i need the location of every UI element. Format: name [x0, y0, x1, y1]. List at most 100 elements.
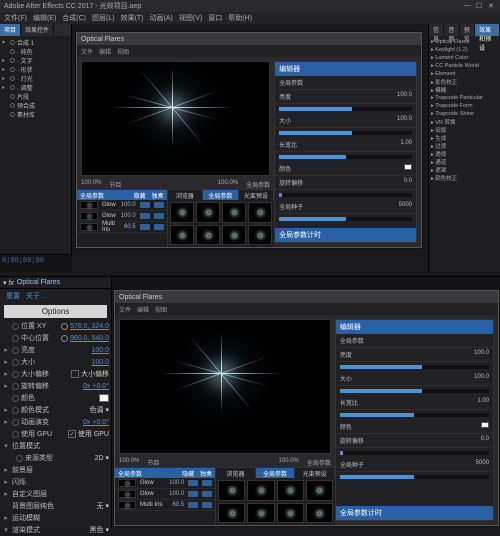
list-item[interactable]: ▸ VR 转换: [431, 118, 498, 126]
panel-tab[interactable]: 音频: [444, 24, 459, 36]
gallery-tab[interactable]: 浏览器: [168, 190, 204, 200]
gallery-thumb[interactable]: [248, 202, 272, 223]
stack-row[interactable]: Glow100.0: [115, 489, 215, 500]
menu-item[interactable]: 帮助(H): [228, 13, 252, 23]
preview-zoom-b[interactable]: 100.0%: [218, 180, 238, 189]
gallery-thumb[interactable]: [277, 480, 304, 501]
tree-item[interactable]: ▸· 文字: [2, 56, 69, 65]
gallery-tab[interactable]: 光束预设: [295, 468, 335, 478]
list-item[interactable]: ▸ Element: [431, 70, 498, 78]
editor-property[interactable]: 长宽比1.00: [336, 396, 493, 410]
preview-mode-b[interactable]: 全局参数: [307, 458, 331, 467]
param-group[interactable]: 自定义图层: [2, 488, 109, 500]
flare-preview[interactable]: [119, 319, 331, 454]
preview-zoom-b[interactable]: 100.0%: [279, 458, 299, 467]
param-value[interactable]: 100.0: [91, 359, 109, 366]
panel-tab[interactable]: 效果控件: [21, 24, 54, 36]
list-item[interactable]: ▸ 模糊: [431, 86, 498, 94]
gallery-thumb[interactable]: [222, 225, 246, 246]
gallery-tab[interactable]: 全局参数: [256, 468, 296, 478]
tree-item[interactable]: 素材库: [2, 110, 69, 119]
reset-link[interactable]: 重置: [6, 291, 20, 301]
gallery-tab[interactable]: 浏览器: [216, 468, 256, 478]
editor-slider[interactable]: [279, 155, 412, 159]
hide-toggle[interactable]: [188, 480, 198, 486]
stopwatch-icon[interactable]: [12, 383, 19, 390]
stack-row[interactable]: Glow100.0: [77, 211, 167, 222]
editor-property[interactable]: 长宽比1.00: [275, 138, 416, 152]
param-dropdown[interactable]: 2D ▾: [95, 454, 109, 462]
gallery-thumb[interactable]: [196, 225, 220, 246]
solo-toggle[interactable]: [154, 202, 164, 208]
panel-tab[interactable]: 预览: [460, 24, 475, 36]
dialog-menu-item[interactable]: 视图: [117, 47, 129, 56]
list-item[interactable]: ▸ 彩色校正: [431, 78, 498, 86]
panel-tab[interactable]: 信息: [429, 24, 444, 36]
editor-property[interactable]: 亮度100.0: [275, 90, 416, 104]
param-group[interactable]: 渲染模式黑色 ▾: [2, 524, 109, 536]
dialog-menu-item[interactable]: 文件: [81, 47, 93, 56]
editor-property[interactable]: 亮度100.0: [336, 348, 493, 362]
gallery-thumb[interactable]: [277, 503, 304, 524]
twirl-icon[interactable]: [2, 490, 10, 498]
menu-item[interactable]: 编辑(E): [33, 13, 56, 23]
stopwatch-icon[interactable]: [12, 419, 19, 426]
param-group[interactable]: 前景层: [2, 464, 109, 476]
dialog-title-bar[interactable]: Optical Flares: [77, 33, 421, 45]
gallery-thumb[interactable]: [218, 503, 245, 524]
list-item[interactable]: ▸ 透视: [431, 150, 498, 158]
param-group[interactable]: 位置模式: [2, 440, 109, 452]
list-item[interactable]: ▸ CC Particle World: [431, 62, 498, 70]
crosshair-icon[interactable]: [61, 323, 68, 330]
menu-item[interactable]: 效果(T): [121, 13, 144, 23]
stopwatch-icon[interactable]: [12, 335, 19, 342]
panel-tab[interactable]: 效果和预设: [475, 24, 500, 36]
dialog-menu-item[interactable]: 文件: [119, 305, 131, 314]
gallery-thumb[interactable]: [196, 202, 220, 223]
list-item[interactable]: ▸ 生成: [431, 134, 498, 142]
list-item[interactable]: ▸ Trapcode Form: [431, 102, 498, 110]
editor-slider[interactable]: [340, 413, 489, 417]
gallery-thumb[interactable]: [247, 480, 274, 501]
color-swatch[interactable]: [99, 394, 109, 402]
twirl-icon[interactable]: [2, 526, 10, 534]
editor-property[interactable]: 全局参数: [275, 76, 416, 90]
list-item[interactable]: ▸ 过渡: [431, 142, 498, 150]
list-item[interactable]: ▸ 遮罩: [431, 166, 498, 174]
editor-slider[interactable]: [340, 475, 489, 479]
param-dropdown[interactable]: 无 ▾: [97, 501, 109, 511]
options-button[interactable]: Options: [4, 305, 107, 318]
tree-item[interactable]: 预合成: [2, 101, 69, 110]
stack-row[interactable]: Multi Iris60.5: [77, 222, 167, 233]
tree-item[interactable]: ▸· 调整: [2, 83, 69, 92]
tree-item[interactable]: ▾合成 1: [2, 38, 69, 47]
editor-property[interactable]: 全局种子5000: [336, 458, 493, 472]
menu-item[interactable]: 视图(V): [179, 13, 202, 23]
param-value[interactable]: 100.0: [91, 347, 109, 354]
editor-property[interactable]: 大小100.0: [275, 114, 416, 128]
param-value[interactable]: 960.0, 540.0: [70, 335, 109, 342]
dialog-menu-item[interactable]: 视图: [155, 305, 167, 314]
tree-item[interactable]: · 纯色: [2, 47, 69, 56]
window-close-icon[interactable]: ✕: [486, 2, 496, 10]
twirl-icon[interactable]: [2, 382, 10, 390]
editor-slider[interactable]: [279, 217, 412, 221]
gallery-tab[interactable]: 光束预设: [239, 190, 275, 200]
hide-toggle[interactable]: [188, 502, 198, 508]
stopwatch-icon[interactable]: [12, 431, 19, 438]
twirl-icon[interactable]: [2, 358, 10, 366]
editor-slider[interactable]: [279, 107, 412, 111]
list-item[interactable]: ▸ 通道: [431, 158, 498, 166]
preview-mode-a[interactable]: 节目: [109, 180, 121, 189]
editor-slider[interactable]: [340, 451, 489, 455]
list-item[interactable]: ▸ Keylight (1.2): [431, 46, 498, 54]
editor-slider[interactable]: [340, 389, 489, 393]
menu-item[interactable]: 合成(C): [62, 13, 86, 23]
stopwatch-icon[interactable]: [12, 407, 19, 414]
gallery-thumb[interactable]: [306, 480, 333, 501]
twirl-icon[interactable]: [2, 514, 10, 522]
stack-row[interactable]: Glow100.0: [115, 478, 215, 489]
twirl-icon[interactable]: [2, 442, 10, 450]
list-item[interactable]: ▸ 旧版: [431, 126, 498, 134]
editor-property[interactable]: 颜色: [336, 420, 493, 434]
